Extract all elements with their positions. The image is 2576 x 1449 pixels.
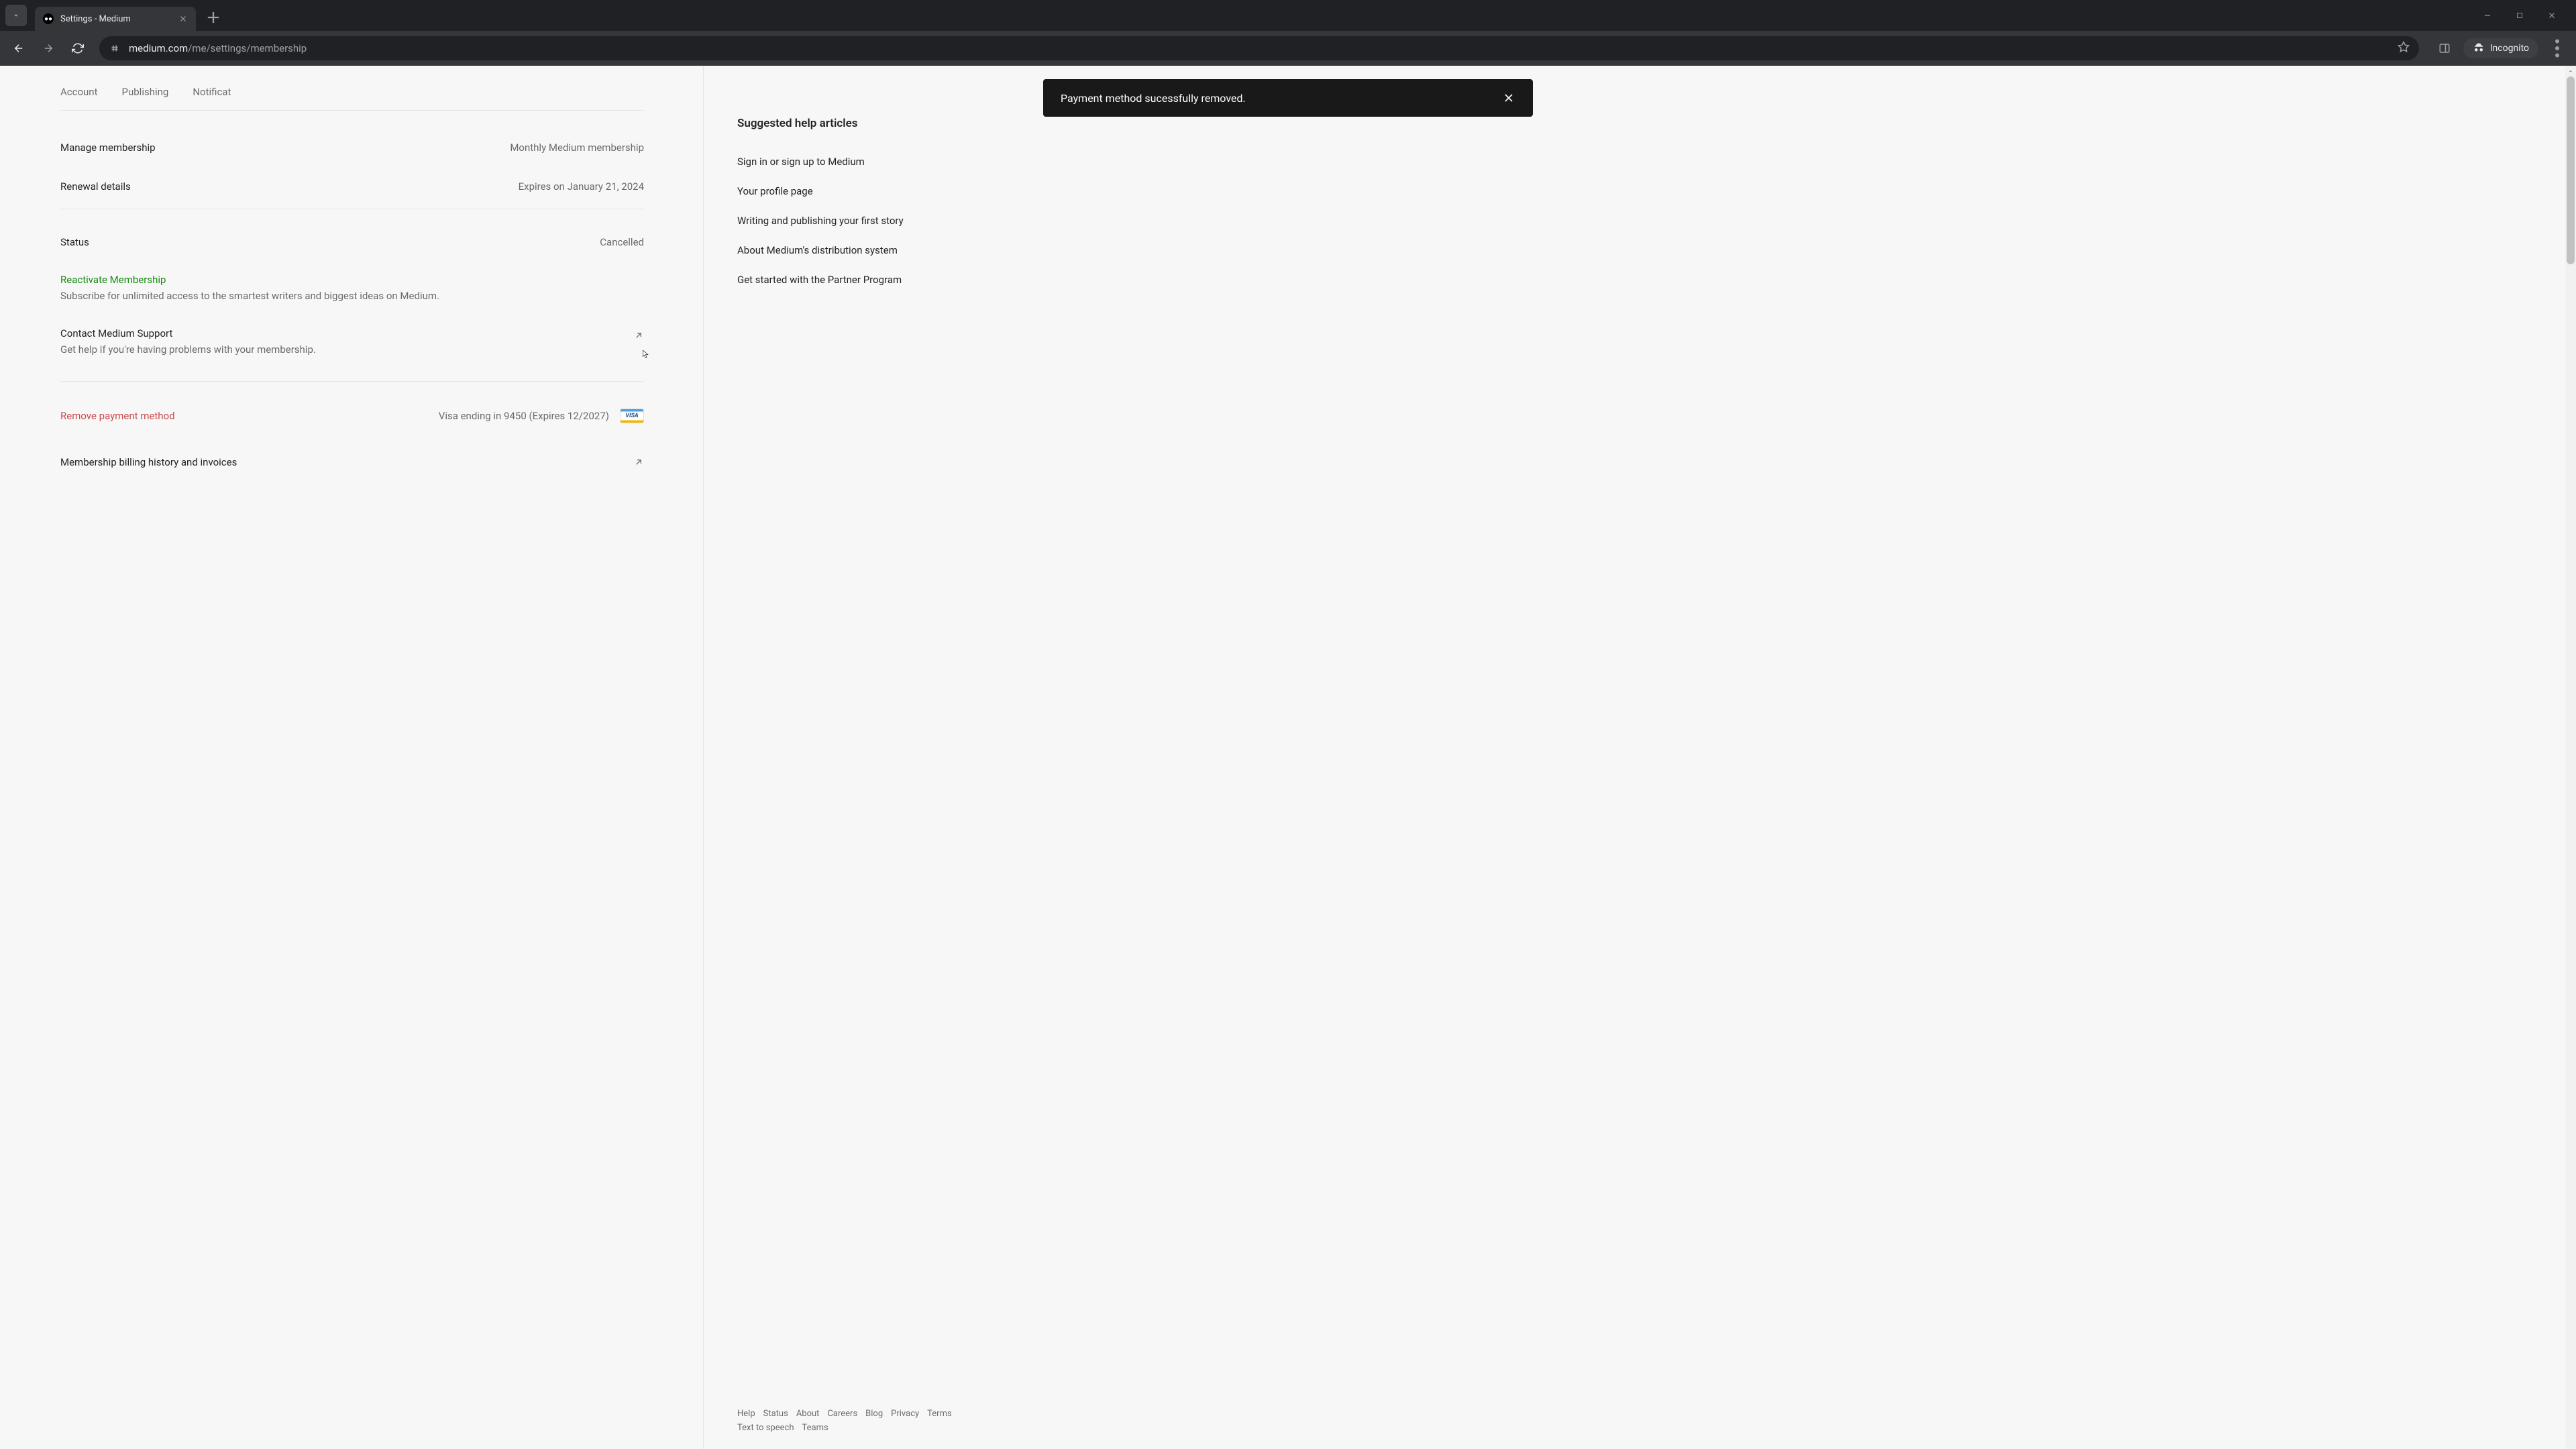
incognito-label: Incognito <box>2490 43 2529 54</box>
footer-teams[interactable]: Teams <box>802 1421 828 1436</box>
page-viewport: Payment method sucessfully removed. Acco… <box>0 66 2576 1449</box>
back-button[interactable] <box>7 36 31 60</box>
toast-close-button[interactable] <box>1502 91 1515 105</box>
footer-links: Help Status About Careers Blog Privacy T… <box>737 1407 952 1436</box>
help-article-link[interactable]: Your profile page <box>737 185 971 197</box>
minimize-button[interactable] <box>2477 5 2498 26</box>
settings-main-column: Account Publishing Notificat Manage memb… <box>60 66 644 1449</box>
manage-membership-row[interactable]: Manage membership Monthly Medium members… <box>60 142 644 154</box>
reload-button[interactable] <box>66 36 90 60</box>
remove-payment-link[interactable]: Remove payment method <box>60 410 175 422</box>
browser-tab[interactable]: ●● Settings - Medium <box>35 7 196 31</box>
footer-status[interactable]: Status <box>763 1407 788 1421</box>
status-value: Cancelled <box>600 236 644 248</box>
favicon-icon: ●● <box>43 13 54 24</box>
tab-close-button[interactable] <box>178 14 188 23</box>
incognito-badge[interactable]: Incognito <box>2463 38 2538 58</box>
help-article-link[interactable]: About Medium's distribution system <box>737 244 971 256</box>
remove-payment-row: Remove payment method Visa ending in 945… <box>60 409 644 423</box>
tab-publishing[interactable]: Publishing <box>122 86 169 98</box>
billing-history-row[interactable]: Membership billing history and invoices <box>60 454 644 470</box>
browser-toolbar: medium.com/me/settings/membership Incogn… <box>0 31 2576 66</box>
bookmark-star-icon[interactable] <box>2398 41 2410 56</box>
sidebar-title: Suggested help articles <box>737 117 971 130</box>
contact-support-label: Contact Medium Support <box>60 327 316 339</box>
close-window-button[interactable] <box>2541 5 2563 26</box>
tab-account[interactable]: Account <box>60 86 98 98</box>
site-info-icon[interactable] <box>109 42 121 54</box>
external-link-icon <box>633 330 644 343</box>
footer-tts[interactable]: Text to speech <box>737 1421 794 1436</box>
maximize-button[interactable] <box>2509 5 2530 26</box>
scrollbar-thumb[interactable] <box>2567 76 2575 264</box>
tab-search-button[interactable] <box>5 5 27 26</box>
address-bar[interactable]: medium.com/me/settings/membership <box>99 36 2419 60</box>
forward-button[interactable] <box>36 36 60 60</box>
toast-notification: Payment method sucessfully removed. <box>1043 79 1533 117</box>
window-controls <box>2477 5 2571 26</box>
external-link-icon <box>633 457 644 470</box>
manage-membership-value: Monthly Medium membership <box>510 142 644 154</box>
reactivate-link[interactable]: Reactivate Membership <box>60 274 644 286</box>
new-tab-button[interactable] <box>204 8 223 27</box>
scrollbar-up-icon[interactable] <box>2565 66 2576 76</box>
footer-help[interactable]: Help <box>737 1407 755 1421</box>
status-label: Status <box>60 236 89 248</box>
toast-message: Payment method sucessfully removed. <box>1061 92 1246 105</box>
kebab-menu-button[interactable] <box>2545 36 2569 60</box>
renewal-details-row: Renewal details Expires on January 21, 2… <box>60 180 644 193</box>
scrollbar[interactable] <box>2565 66 2576 1449</box>
renewal-value: Expires on January 21, 2024 <box>519 180 644 193</box>
browser-tab-strip: ●● Settings - Medium <box>0 0 2576 31</box>
manage-membership-label: Manage membership <box>60 142 156 154</box>
help-article-link[interactable]: Writing and publishing your first story <box>737 215 971 227</box>
footer-terms[interactable]: Terms <box>927 1407 952 1421</box>
side-panel-icon[interactable] <box>2432 36 2457 60</box>
reactivate-block[interactable]: Reactivate Membership Subscribe for unli… <box>60 274 644 302</box>
settings-tabs: Account Publishing Notificat <box>60 86 644 111</box>
help-article-link[interactable]: Get started with the Partner Program <box>737 274 971 286</box>
payment-method-value: Visa ending in 9450 (Expires 12/2027) <box>439 410 609 422</box>
section-divider <box>60 381 644 382</box>
billing-history-label: Membership billing history and invoices <box>60 456 237 468</box>
renewal-label: Renewal details <box>60 180 131 193</box>
footer-privacy[interactable]: Privacy <box>891 1407 919 1421</box>
help-sidebar: Suggested help articles Sign in or sign … <box>703 66 971 1449</box>
visa-card-icon: VISA <box>620 409 644 423</box>
contact-support-description: Get help if you're having problems with … <box>60 343 316 356</box>
footer-careers[interactable]: Careers <box>827 1407 857 1421</box>
url-text: medium.com/me/settings/membership <box>129 42 2390 54</box>
footer-about[interactable]: About <box>796 1407 820 1421</box>
help-article-link[interactable]: Sign in or sign up to Medium <box>737 156 971 168</box>
contact-support-row[interactable]: Contact Medium Support Get help if you'r… <box>60 327 644 356</box>
footer-blog[interactable]: Blog <box>865 1407 883 1421</box>
reactivate-description: Subscribe for unlimited access to the sm… <box>60 290 644 302</box>
status-row: Status Cancelled <box>60 236 644 248</box>
tab-title: Settings - Medium <box>60 14 172 24</box>
tab-notifications[interactable]: Notificat <box>193 86 231 98</box>
